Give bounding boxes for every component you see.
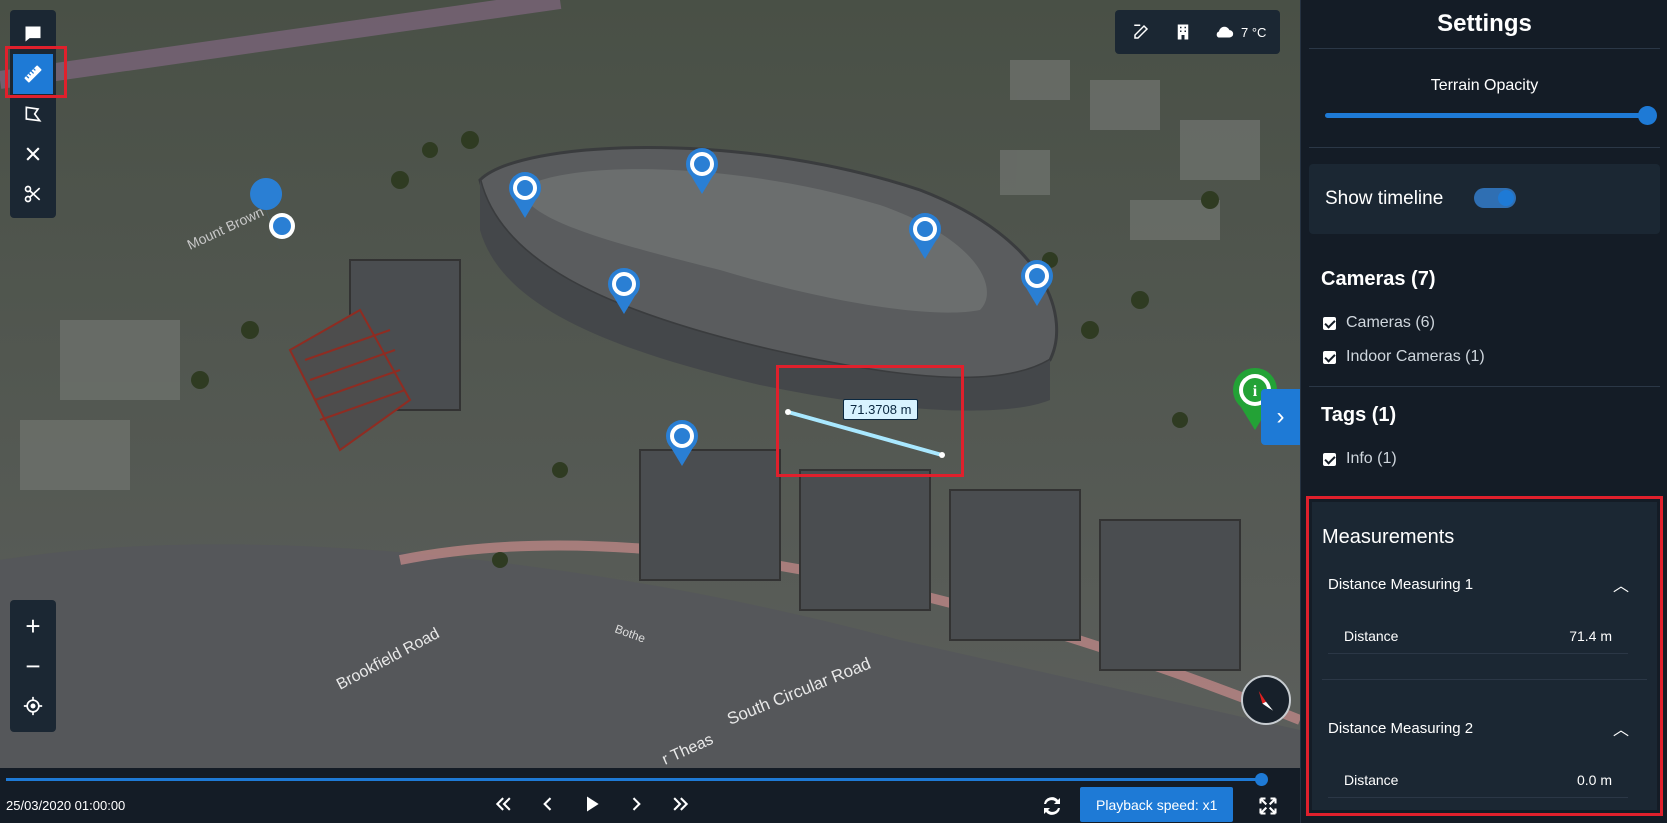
cameras-header: Cameras (7) [1321,268,1436,290]
play-button[interactable] [580,792,604,816]
edit-button[interactable] [1123,14,1159,50]
edit-icon [1134,24,1149,39]
svg-text:i: i [1253,383,1258,400]
measurement-item-2-value: 0.0 m [1576,772,1612,788]
timeline-scrubber[interactable] [1255,773,1268,786]
weather-indicator[interactable]: 7 °C [1207,21,1272,43]
measurements-header: Measurements [1322,526,1455,548]
tags-header: Tags (1) [1321,404,1397,426]
chevron-up-icon[interactable]: ︿ [1613,716,1629,740]
step-back-button[interactable] [536,792,560,816]
step-forward-button[interactable] [624,792,648,816]
timeline-track[interactable] [6,778,1260,781]
timeline-bar: 25/03/2020 01:00:00 Playback speed: x1 [0,768,1300,823]
divider [1322,679,1647,680]
map-top-controls: 7 °C [1115,10,1281,54]
locate-button[interactable] [13,686,53,726]
cameras-label: Cameras (6) [1346,314,1435,331]
measurement-item-1-title[interactable]: Distance Measuring 1 [1328,576,1473,593]
chevron-up-icon[interactable]: ︿ [1613,572,1629,596]
measurements-section: Measurements Distance Measuring 1 ︿ Dist… [1312,502,1657,810]
playback-controls [492,792,692,816]
show-timeline-label: Show timeline [1325,188,1444,209]
divider [1309,147,1660,148]
buildings-button[interactable] [1165,14,1201,50]
zoom-out-button[interactable]: − [13,646,53,686]
terrain-opacity-slider[interactable] [1325,113,1647,118]
minus-icon: − [25,650,41,681]
measurement-start-point [785,409,791,415]
fullscreen-icon [1259,797,1277,815]
cut-button[interactable] [13,174,53,214]
checkbox-checked-icon[interactable] [1323,350,1336,364]
checkbox-checked-icon[interactable] [1323,316,1336,330]
scissors-icon [24,185,41,203]
plus-icon: + [25,610,41,641]
building-icon [1177,24,1189,40]
measurement-item-2-title[interactable]: Distance Measuring 2 [1328,720,1473,737]
info-tags-checkbox-row[interactable]: Info (1) [1323,450,1397,468]
comment-button[interactable] [13,14,53,54]
divider [1309,48,1660,49]
loop-button[interactable] [1040,794,1064,818]
indoor-cameras-label: Indoor Cameras (1) [1346,348,1485,365]
measure-button[interactable] [13,54,53,94]
double-chevron-left-icon [495,797,511,811]
cloud-icon [1216,26,1234,38]
comment-icon [25,26,41,42]
measurement-item-1-row: Distance 71.4 m [1328,620,1628,654]
checkbox-checked-icon[interactable] [1323,452,1336,466]
divider [1309,386,1660,387]
play-icon [587,796,599,812]
fullscreen-button[interactable] [1258,796,1278,816]
chevron-left-icon [543,797,552,811]
measurements-highlight-box: Measurements Distance Measuring 1 ︿ Dist… [1306,496,1663,816]
crosshair-icon [23,696,43,716]
skip-forward-button[interactable] [668,792,692,816]
chevron-right-icon [632,797,641,811]
zoom-toolbar: + − [10,600,56,732]
panel-title: Settings [1437,10,1532,37]
clear-button[interactable] [13,134,53,174]
info-tags-label: Info (1) [1346,450,1397,467]
measurement-item-1-key: Distance [1344,628,1399,644]
zoom-in-button[interactable]: + [13,606,53,646]
measurement-item-1-value: 71.4 m [1569,628,1612,644]
close-icon [26,147,40,161]
skip-back-button[interactable] [492,792,516,816]
measurement-end-point [939,452,945,458]
playback-speed-button[interactable]: Playback speed: x1 [1080,787,1234,822]
indoor-cameras-checkbox-row[interactable]: Indoor Cameras (1) [1323,348,1485,366]
compass[interactable] [1241,675,1291,725]
show-timeline-card: Show timeline [1309,164,1660,234]
polygon-icon [25,106,42,122]
polygon-button[interactable] [13,94,53,134]
settings-panel: Settings Terrain Opacity Show timeline C… [1300,0,1667,823]
measurement-item-2-row: Distance 0.0 m [1328,764,1628,798]
show-timeline-toggle[interactable] [1474,188,1516,208]
chevron-right-icon: › [1276,403,1285,430]
terrain-opacity-slider-thumb[interactable] [1638,106,1657,125]
timeline-datetime: 25/03/2020 01:00:00 [6,798,126,813]
ruler-icon [24,65,42,83]
compass-needle-icon [1258,691,1274,711]
cameras-checkbox-row[interactable]: Cameras (6) [1323,314,1435,332]
map-viewport[interactable]: i Brookfield Road South Circular Road Mo… [0,0,1300,768]
measurement-item-2-key: Distance [1344,772,1399,788]
measurement-value-label: 71.3708 m [843,399,919,420]
double-chevron-right-icon [673,797,689,811]
temperature-value: 7 °C [1241,24,1267,40]
panel-expander-button[interactable]: › [1261,389,1300,445]
app-root: i Brookfield Road South Circular Road Mo… [0,0,1667,823]
repeat-icon [1044,797,1060,815]
map-scene[interactable]: i Brookfield Road South Circular Road Mo… [0,0,1300,768]
drawing-toolbar [10,10,56,218]
terrain-opacity-label: Terrain Opacity [1430,77,1539,94]
